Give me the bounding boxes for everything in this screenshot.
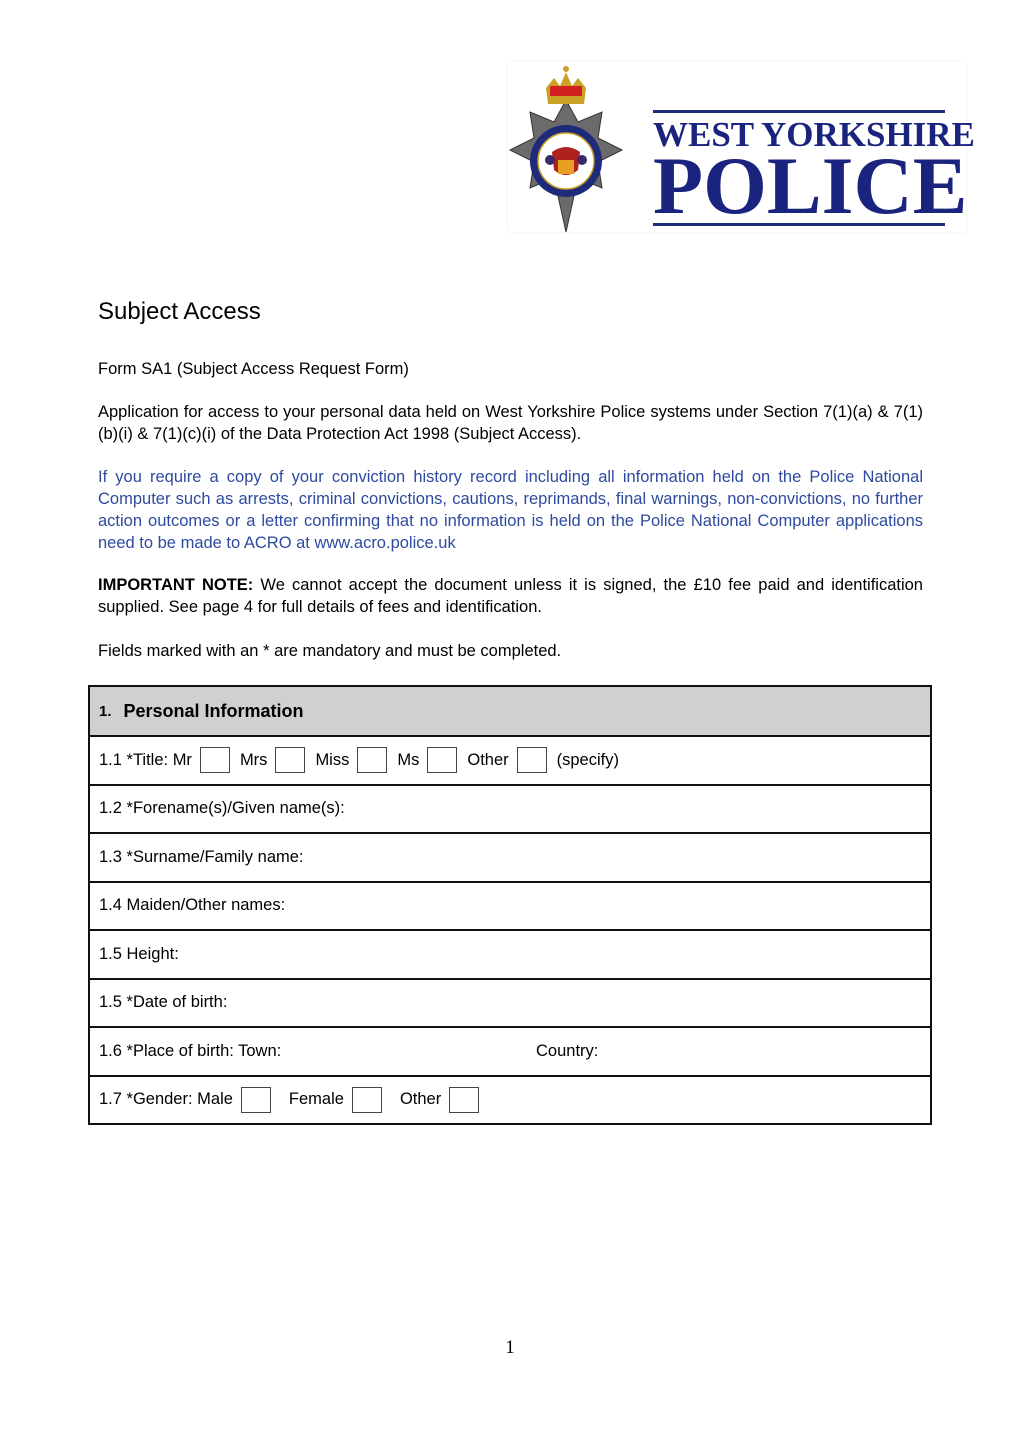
gender-option-male: Male [197, 1090, 233, 1109]
wordmark-rule-top [653, 110, 945, 113]
title-other-checkbox[interactable] [516, 747, 547, 774]
gender-option-female: Female [288, 1090, 344, 1109]
gender-label: 1.7 *Gender: [99, 1090, 193, 1109]
forename-label: 1.2 *Forename(s)/Given name(s): [99, 799, 345, 818]
height-field[interactable]: 1.5 Height: [90, 929, 930, 978]
maiden-name-label: 1.4 Maiden/Other names: [99, 896, 286, 915]
title-miss-checkbox[interactable] [357, 747, 388, 774]
forename-field[interactable]: 1.2 *Forename(s)/Given name(s): [90, 783, 930, 833]
section-number: 1. [99, 702, 112, 720]
conviction-info: If you require a copy of your conviction… [98, 468, 923, 552]
place-of-birth-label: 1.6 *Place of birth: Town: [99, 1041, 282, 1060]
date-of-birth-field[interactable]: 1.5 *Date of birth: [90, 977, 930, 1027]
title-option-mrs: Mrs [239, 750, 268, 769]
place-of-birth-field[interactable]: 1.6 *Place of birth: Town: Country: [90, 1026, 930, 1075]
application-text: Application for access to your personal … [98, 403, 923, 443]
maiden-name-field[interactable]: 1.4 Maiden/Other names: [90, 880, 930, 930]
mandatory-note: Fields marked with an * are mandatory an… [98, 642, 562, 660]
section-title: Personal Information [123, 700, 304, 721]
gender-row: 1.7 *Gender: Male Female Other [90, 1074, 930, 1124]
surname-field[interactable]: 1.3 *Surname/Family name: [90, 832, 930, 881]
title-row: 1.1 *Title: Mr Mrs Miss Ms Other (specif… [90, 735, 930, 784]
wordmark: WEST YORKSHIRE POLICE [653, 110, 975, 231]
wordmark-line2: POLICE [653, 140, 968, 231]
title-ms-checkbox[interactable] [427, 747, 458, 774]
title-mrs-checkbox[interactable] [275, 747, 306, 774]
country-label: Country: [536, 1041, 599, 1060]
title-mr-checkbox[interactable] [199, 747, 230, 774]
important-note-label: IMPORTANT NOTE: [98, 576, 254, 594]
title-label: 1.1 *Title: [99, 750, 169, 769]
title-option-miss: Miss [315, 750, 350, 769]
gender-option-other: Other [399, 1090, 442, 1109]
title-option-ms: Ms [397, 750, 420, 769]
section-header: 1. Personal Information [90, 687, 930, 735]
personal-information-table: 1. Personal Information 1.1 *Title: Mr M… [88, 685, 932, 1125]
form-name: Form SA1 (Subject Access Request Form) [98, 360, 409, 378]
gender-female-checkbox[interactable] [351, 1086, 382, 1113]
important-note: IMPORTANT NOTE: We cannot accept the doc… [98, 574, 923, 618]
west-yorkshire-police-logo: WEST YORKSHIRE POLICE [506, 60, 975, 235]
date-of-birth-label: 1.5 *Date of birth: [99, 993, 228, 1012]
title-option-other: Other [467, 750, 509, 769]
police-badge-icon [508, 66, 624, 233]
height-label: 1.5 Height: [99, 944, 179, 963]
title-specify: (specify) [556, 750, 619, 769]
gender-male-checkbox[interactable] [240, 1086, 271, 1113]
surname-label: 1.3 *Surname/Family name: [99, 847, 304, 866]
title-option-mr: Mr [172, 750, 192, 769]
page-title: Subject Access [98, 298, 261, 325]
page-number: 1 [505, 1337, 515, 1358]
gender-other-checkbox[interactable] [449, 1086, 480, 1113]
